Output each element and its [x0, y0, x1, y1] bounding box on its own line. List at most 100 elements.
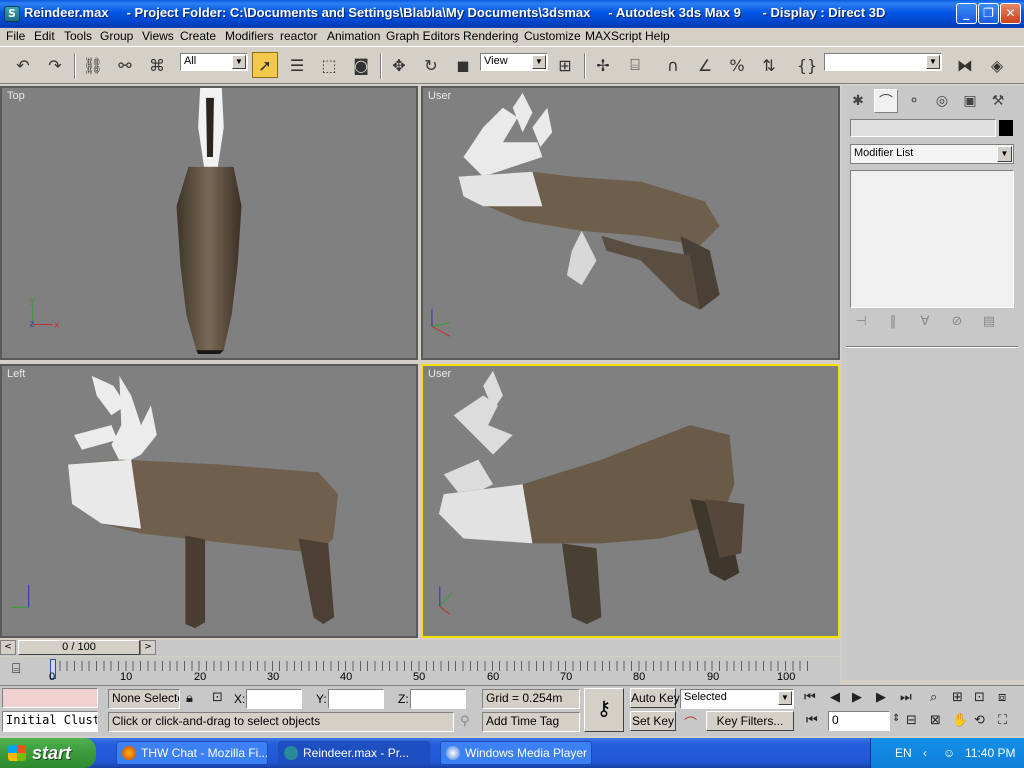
menu-edit[interactable]: Edit: [34, 29, 55, 43]
utilities-tab-icon[interactable]: ⚒: [986, 89, 1010, 113]
menu-help[interactable]: Help: [645, 29, 670, 43]
maximize-button[interactable]: ❐: [978, 3, 999, 24]
viewport-left[interactable]: Left: [0, 364, 418, 638]
maxscript-mini-listener-top[interactable]: [2, 688, 98, 708]
key-filters-button[interactable]: Key Filters...: [706, 711, 794, 731]
task-media-player[interactable]: Windows Media Player: [440, 741, 592, 765]
track-bar[interactable]: ⌸ 0 10 20 30 40 50 60 70 80 90 100: [0, 657, 840, 685]
time-configuration-icon[interactable]: ⊟: [906, 713, 917, 728]
arc-rotate-icon[interactable]: ⟲: [974, 713, 985, 728]
window-crossing-icon[interactable]: ◙: [348, 52, 374, 78]
undo-icon[interactable]: ↶: [10, 52, 36, 78]
bind-to-space-warp-icon[interactable]: ⌘: [144, 52, 170, 78]
select-and-link-icon[interactable]: ⛓: [80, 52, 106, 78]
go-to-end-icon[interactable]: ⏭: [900, 690, 912, 705]
viewport-user-active[interactable]: User: [421, 364, 840, 638]
y-coordinate-field[interactable]: [328, 689, 384, 709]
menu-views[interactable]: Views: [142, 29, 174, 43]
start-button[interactable]: start: [0, 738, 96, 768]
select-by-name-icon[interactable]: ☰: [284, 52, 310, 78]
minimize-button[interactable]: _: [956, 3, 977, 24]
absolute-mode-icon[interactable]: ⊡: [212, 690, 223, 705]
object-name-field[interactable]: [850, 119, 996, 137]
current-frame-field[interactable]: 0: [828, 711, 890, 731]
viewport-label[interactable]: User: [428, 90, 451, 102]
viewport-label[interactable]: Left: [7, 368, 25, 380]
percent-snap-icon[interactable]: %: [724, 52, 750, 78]
maxscript-mini-listener[interactable]: Initial Clust: [2, 711, 98, 732]
auto-key-button[interactable]: Auto Key: [630, 688, 680, 708]
frame-spinner-icon[interactable]: ⇕: [892, 713, 900, 724]
region-zoom-icon[interactable]: ⊠: [930, 713, 941, 728]
time-slider-next-icon[interactable]: >: [140, 640, 156, 655]
modify-tab-icon[interactable]: ⌒: [874, 89, 898, 113]
task-3dsmax[interactable]: Reindeer.max - Pr...: [278, 741, 430, 765]
language-indicator[interactable]: EN: [895, 746, 912, 760]
lock-selection-icon[interactable]: 🔒︎: [186, 691, 193, 706]
key-mode-dropdown[interactable]: Selected ▼: [680, 689, 794, 709]
task-firefox[interactable]: THW Chat - Mozilla Fi...: [116, 741, 268, 765]
close-button[interactable]: ✕: [1000, 3, 1021, 24]
go-to-start-icon[interactable]: ⏮: [804, 690, 816, 705]
mini-curve-editor-icon[interactable]: ⌸: [12, 661, 20, 677]
menu-group[interactable]: Group: [100, 29, 133, 43]
x-coordinate-field[interactable]: [246, 689, 302, 709]
viewport-user-top[interactable]: User: [421, 86, 840, 360]
manipulate-icon[interactable]: ✢: [590, 52, 616, 78]
rectangular-selection-icon[interactable]: ⬚: [316, 52, 342, 78]
keyboard-shortcut-override-icon[interactable]: ⌸: [622, 52, 648, 78]
menu-file[interactable]: File: [6, 29, 25, 43]
viewport-label[interactable]: User: [428, 368, 451, 380]
menu-rendering[interactable]: Rendering: [463, 29, 518, 43]
z-coordinate-field[interactable]: [410, 689, 466, 709]
pin-stack-icon[interactable]: ⊣: [850, 314, 872, 334]
move-icon[interactable]: ✥: [386, 52, 412, 78]
reference-coordinate-dropdown[interactable]: View ▼: [480, 53, 548, 71]
menu-customize[interactable]: Customize: [524, 29, 581, 43]
add-time-tag-button[interactable]: Add Time Tag: [482, 712, 580, 732]
time-slider-thumb[interactable]: 0 / 100: [18, 640, 140, 655]
edit-named-selection-icon[interactable]: {}: [794, 52, 820, 78]
time-tag-icon[interactable]: ⚲: [460, 714, 470, 729]
object-color-swatch[interactable]: [999, 120, 1013, 136]
menu-animation[interactable]: Animation: [327, 29, 380, 43]
viewport-top[interactable]: x y z Top: [0, 86, 418, 360]
redo-icon[interactable]: ↷: [42, 52, 68, 78]
menu-graph-editors[interactable]: Graph Editors: [386, 29, 460, 43]
set-keys-icon[interactable]: ⚷: [584, 688, 624, 732]
named-selection-dropdown[interactable]: ▼: [824, 53, 942, 71]
unlink-selection-icon[interactable]: ⚯: [112, 52, 138, 78]
pivot-center-icon[interactable]: ⊞: [552, 52, 578, 78]
display-tab-icon[interactable]: ▣: [958, 89, 982, 113]
spinner-snap-icon[interactable]: ⇅: [756, 52, 782, 78]
previous-frame-icon[interactable]: ◀: [830, 690, 840, 705]
hierarchy-tab-icon[interactable]: ⚬: [902, 89, 926, 113]
play-icon[interactable]: ▶: [852, 690, 862, 705]
menu-modifiers[interactable]: Modifiers: [225, 29, 274, 43]
menu-maxscript[interactable]: MAXScript: [585, 29, 642, 43]
zoom-extents-icon[interactable]: ⊡: [974, 690, 985, 705]
align-icon[interactable]: ◈: [984, 52, 1010, 78]
show-end-result-icon[interactable]: ‖: [882, 314, 904, 334]
zoom-extents-all-icon[interactable]: ⧈: [998, 690, 1006, 705]
configure-modifier-sets-icon[interactable]: ▤: [978, 314, 1000, 334]
create-tab-icon[interactable]: ✱: [846, 89, 870, 113]
menu-reactor[interactable]: reactor: [280, 29, 317, 43]
selection-filter-dropdown[interactable]: All ▼: [180, 53, 248, 71]
messenger-icon[interactable]: ☺: [943, 746, 955, 760]
angle-snap-icon[interactable]: ∠: [692, 52, 718, 78]
next-frame-icon[interactable]: ▶: [876, 690, 886, 705]
remove-modifier-icon[interactable]: ⊘: [946, 314, 968, 334]
key-mode-toggle-icon[interactable]: ⏮: [806, 713, 818, 728]
menu-tools[interactable]: Tools: [64, 29, 92, 43]
scale-icon[interactable]: ◼: [450, 52, 476, 78]
default-tangents-icon[interactable]: ⌒: [684, 713, 697, 732]
zoom-icon[interactable]: ⌕: [930, 690, 937, 705]
menu-create[interactable]: Create: [180, 29, 216, 43]
snaps-toggle-icon[interactable]: ∩: [660, 52, 686, 78]
time-slider-prev-icon[interactable]: <: [0, 640, 16, 655]
modifier-stack[interactable]: [850, 170, 1014, 308]
viewport-label[interactable]: Top: [7, 90, 25, 102]
select-object-icon[interactable]: ➚: [252, 52, 278, 78]
zoom-all-icon[interactable]: ⊞: [952, 690, 963, 705]
